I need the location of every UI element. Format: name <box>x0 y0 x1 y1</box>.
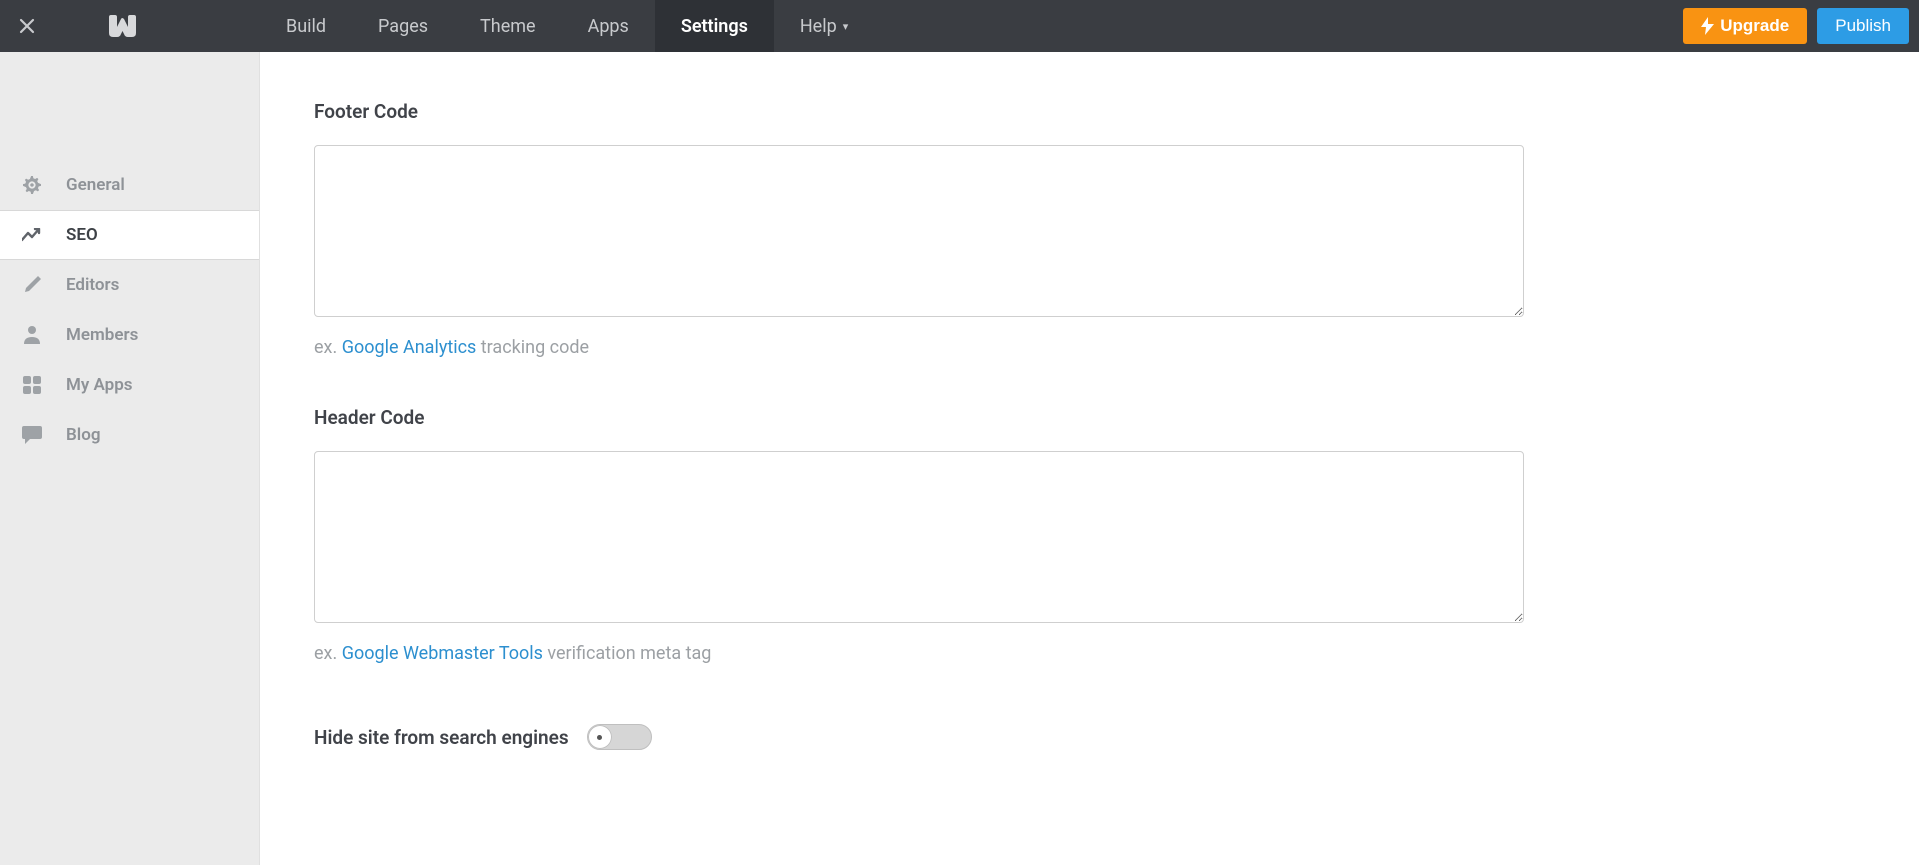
sidebar-item-blog[interactable]: Blog <box>0 410 259 460</box>
hide-site-label: Hide site from search engines <box>314 726 569 749</box>
footer-code-hint: ex. Google Analytics tracking code <box>314 337 1524 358</box>
toggle-knob <box>588 725 612 749</box>
nav-settings[interactable]: Settings <box>655 0 774 52</box>
sidebar-item-seo[interactable]: SEO <box>0 210 259 260</box>
footer-code-block: Footer Code ex. Google Analytics trackin… <box>314 100 1524 358</box>
footer-code-label: Footer Code <box>314 100 1524 123</box>
gear-icon <box>22 175 42 195</box>
upgrade-button[interactable]: Upgrade <box>1683 8 1807 44</box>
pencil-icon <box>22 275 42 295</box>
publish-label: Publish <box>1835 16 1891 36</box>
sidebar-item-label: Blog <box>66 425 101 445</box>
header-code-block: Header Code ex. Google Webmaster Tools v… <box>314 406 1524 664</box>
google-webmaster-link[interactable]: Google Webmaster Tools <box>342 643 543 664</box>
sidebar-item-members[interactable]: Members <box>0 310 259 360</box>
chat-icon <box>22 425 42 445</box>
publish-button[interactable]: Publish <box>1817 8 1909 44</box>
hint-suffix: verification meta tag <box>543 643 711 664</box>
google-analytics-link[interactable]: Google Analytics <box>342 337 477 358</box>
grid-icon <box>22 375 42 395</box>
main-panel: Footer Code ex. Google Analytics trackin… <box>260 52 1919 865</box>
close-button[interactable] <box>0 0 54 52</box>
trend-icon <box>22 225 42 245</box>
brand-logo[interactable] <box>54 0 260 52</box>
upgrade-label: Upgrade <box>1720 16 1789 36</box>
sidebar-item-label: Editors <box>66 275 119 295</box>
nav-help[interactable]: Help ▾ <box>774 0 874 52</box>
hint-suffix: tracking code <box>476 337 589 358</box>
close-icon <box>19 18 35 34</box>
hide-site-row: Hide site from search engines <box>314 724 1919 750</box>
nav-apps[interactable]: Apps <box>562 0 655 52</box>
chevron-down-icon: ▾ <box>843 20 849 33</box>
header-code-textarea[interactable] <box>314 451 1524 623</box>
nav-build[interactable]: Build <box>260 0 352 52</box>
sidebar-item-editors[interactable]: Editors <box>0 260 259 310</box>
person-icon <box>22 325 42 345</box>
sidebar-item-general[interactable]: General <box>0 160 259 210</box>
sidebar-item-label: General <box>66 175 125 195</box>
topbar: Build Pages Theme Apps Settings Help ▾ U… <box>0 0 1919 52</box>
nav-help-label: Help <box>800 16 837 37</box>
bolt-icon <box>1701 17 1714 35</box>
nav-pages[interactable]: Pages <box>352 0 454 52</box>
sidebar-item-myapps[interactable]: My Apps <box>0 360 259 410</box>
header-code-label: Header Code <box>314 406 1524 429</box>
hint-prefix: ex. <box>314 337 342 358</box>
topbar-actions: Upgrade Publish <box>1683 0 1919 52</box>
topbar-nav: Build Pages Theme Apps Settings Help ▾ <box>260 0 874 52</box>
header-code-hint: ex. Google Webmaster Tools verification … <box>314 643 1524 664</box>
hide-site-toggle[interactable] <box>587 724 652 750</box>
sidebar-item-label: SEO <box>66 225 98 245</box>
nav-theme[interactable]: Theme <box>454 0 562 52</box>
weebly-logo-icon <box>108 15 138 37</box>
sidebar-item-label: My Apps <box>66 375 133 395</box>
hint-prefix: ex. <box>314 643 342 664</box>
sidebar-item-label: Members <box>66 325 138 345</box>
footer-code-textarea[interactable] <box>314 145 1524 317</box>
settings-sidebar: General SEO Editors Members My Apps <box>0 52 260 865</box>
